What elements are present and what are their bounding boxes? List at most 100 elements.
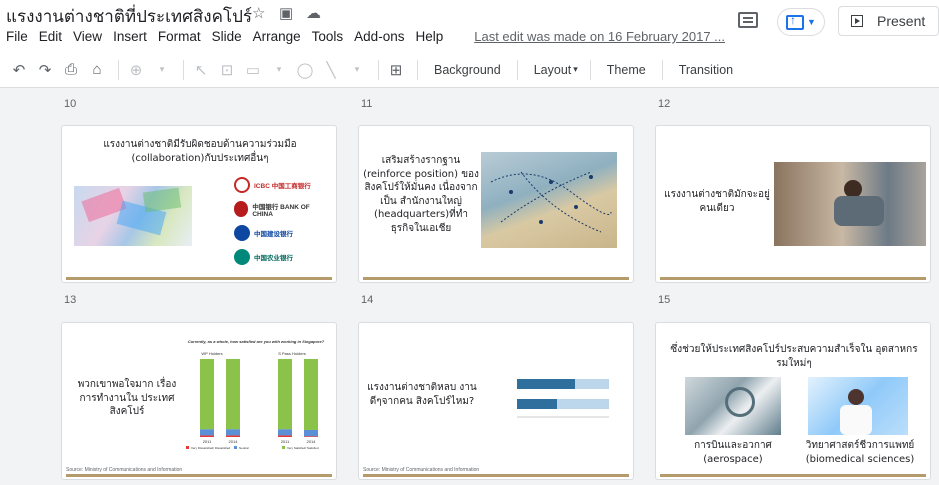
zoom-chevron-icon[interactable]: ▾ (151, 59, 173, 81)
menu-addons[interactable]: Add-ons (354, 29, 404, 44)
icbc-icon (234, 177, 250, 193)
chart-bar-segment (278, 435, 292, 437)
theme-button[interactable]: Theme (607, 63, 646, 77)
bank-cards-image (74, 186, 192, 246)
slide-accent-bar (66, 474, 332, 477)
toolbar: ↶ ↷ ⎙ ⌂ ⊕ ▾ ↖ ⊡ ▭ ▾ ◯ ╲ ▾ ⊞ Background L… (0, 52, 939, 88)
line-chevron-icon[interactable]: ▾ (346, 59, 368, 81)
ccb-icon (234, 225, 250, 241)
upload-icon (786, 13, 805, 30)
ccb-logo: 中国建设银行 (234, 222, 324, 244)
slide-number: 15 (658, 294, 671, 306)
top-bar: แรงงานต่างชาติที่ประเทศสิงคโปร์ ☆ ▣ ☁ Fi… (0, 0, 939, 52)
toolbar-divider (118, 59, 119, 80)
slide-source: Source: Ministry of Communications and I… (363, 467, 480, 473)
line-icon[interactable]: ╲ (320, 59, 342, 81)
slide-thumbnail-14[interactable]: แรงงานต่างชาติหลบ งานดีๆจากคน สิงคโปร์ไห… (358, 322, 634, 480)
slide-accent-bar (660, 277, 926, 280)
transition-button[interactable]: Transition (679, 63, 733, 77)
paint-format-icon[interactable]: ⌂ (86, 59, 108, 81)
slide-number: 14 (361, 294, 374, 306)
cloud-saved-icon[interactable]: ☁ (306, 4, 321, 22)
bank-logos: ICBC 中国工商银行 中国银行 BANK OF CHINA 中国建设银行 中国… (234, 174, 324, 268)
present-button[interactable]: Present (838, 6, 939, 36)
abc-logo: 中国农业银行 (234, 246, 324, 268)
folder-icon[interactable]: ▣ (279, 4, 293, 22)
textbox-icon[interactable]: ⊡ (216, 59, 238, 81)
jobs-chart (517, 379, 609, 418)
chart-bar-segment (517, 379, 575, 389)
select-icon[interactable]: ↖ (190, 59, 212, 81)
image-chevron-icon[interactable]: ▾ (268, 59, 290, 81)
chart-legend-swatch (186, 446, 189, 449)
menu-insert[interactable]: Insert (113, 29, 147, 44)
star-icon[interactable]: ☆ (252, 4, 265, 22)
chart-tick-label: 2014 (307, 439, 317, 444)
image-icon[interactable]: ▭ (242, 59, 264, 81)
slide-thumbnail-13[interactable]: พวกเขาพอใจมาก เรื่องการทำงานใน ประเทศสิง… (61, 322, 337, 480)
present-icon (851, 15, 863, 27)
menu-view[interactable]: View (73, 29, 102, 44)
chart-bar-segment (226, 435, 240, 437)
share-button[interactable]: ▼ (777, 8, 825, 36)
menu-bar: File Edit View Insert Format Slide Arran… (6, 29, 736, 44)
document-title[interactable]: แรงงานต่างชาติที่ประเทศสิงคโปร์ (6, 3, 252, 30)
slide-grid: 10 แรงงานต่างชาติมีรับผิดชอบด้านความร่วม… (0, 88, 939, 485)
toolbar-divider (417, 59, 418, 80)
icbc-logo: ICBC 中国工商银行 (234, 174, 324, 196)
chart-bar-segment (200, 359, 214, 430)
chart-tick-label: 2014 (229, 439, 239, 444)
aerospace-caption: การบินและอวกาศ (aerospace) (694, 440, 772, 465)
menu-file[interactable]: File (6, 29, 28, 44)
slide-thumbnail-15[interactable]: ซึ่งช่วยให้ประเทศสิงคโปร์ประสบความสำเร็จ… (655, 322, 931, 480)
biomedical-caption: วิทยาศาสตร์ชีวการแพทย์ (biomedical scien… (805, 440, 915, 465)
toolbar-divider (378, 59, 379, 80)
print-icon[interactable]: ⎙ (60, 59, 82, 81)
slide-text: แรงงานต่างชาติมักจะอยู่คนเดียว (664, 189, 770, 214)
menu-format[interactable]: Format (158, 29, 201, 44)
zoom-icon[interactable]: ⊕ (125, 59, 147, 81)
slide-thumbnail-12[interactable]: แรงงานต่างชาติมักจะอยู่คนเดียว (655, 125, 931, 283)
slide-thumbnail-11[interactable]: เสริมสร้างรากฐาน (reinforce position) ขอ… (358, 125, 634, 283)
toolbar-divider (661, 59, 663, 80)
chart-legend-label: Very Satisfied/ Satisfied (287, 446, 319, 450)
slide-accent-bar (66, 277, 332, 280)
scientist-coat-shape (840, 405, 872, 435)
chart-bar-segment (278, 429, 292, 436)
slide-accent-bar (363, 277, 629, 280)
flight-routes-graphic (490, 171, 612, 233)
card-shape (142, 187, 182, 213)
chart-title: Currently, as a whole, how satisfied are… (187, 339, 325, 344)
slide-accent-bar (363, 474, 629, 477)
slide-number: 10 (64, 98, 77, 110)
layout-button[interactable]: Layout (534, 63, 572, 77)
person-on-sofa-image (774, 162, 926, 246)
redo-icon[interactable]: ↷ (34, 59, 56, 81)
present-label: Present (877, 13, 926, 29)
toolbar-divider (516, 59, 518, 80)
shape-icon[interactable]: ◯ (294, 59, 316, 81)
scientist-head-shape (848, 389, 864, 405)
biomedical-image (808, 377, 908, 435)
menu-slide[interactable]: Slide (212, 29, 242, 44)
slide-thumbnail-10[interactable]: แรงงานต่างชาติมีรับผิดชอบด้านความร่วมมือ… (61, 125, 337, 283)
slide-text: แรงงานต่างชาติมีรับผิดชอบด้านความร่วมมือ… (103, 139, 297, 164)
menu-help[interactable]: Help (415, 29, 443, 44)
boc-icon (234, 201, 249, 217)
background-button[interactable]: Background (434, 63, 501, 77)
menu-edit[interactable]: Edit (39, 29, 62, 44)
last-edit-link[interactable]: Last edit was made on 16 February 2017 .… (474, 29, 725, 44)
menu-tools[interactable]: Tools (312, 29, 344, 44)
slide-text: พวกเขาพอใจมาก เรื่องการทำงานใน ประเทศสิง… (77, 379, 177, 417)
toolbar-divider (589, 59, 591, 80)
comments-icon[interactable] (738, 12, 758, 28)
new-slide-icon[interactable]: ⊞ (385, 59, 407, 81)
layout-chevron-icon[interactable]: ▾ (573, 64, 578, 75)
menu-arrange[interactable]: Arrange (253, 29, 301, 44)
chart-bar-segment (304, 436, 318, 437)
chart-bar-segment (304, 429, 318, 437)
chart-legend-label: Neutral (239, 446, 249, 450)
undo-icon[interactable]: ↶ (8, 59, 30, 81)
chart-bar-segment (304, 359, 318, 430)
engine-shape (725, 387, 755, 417)
